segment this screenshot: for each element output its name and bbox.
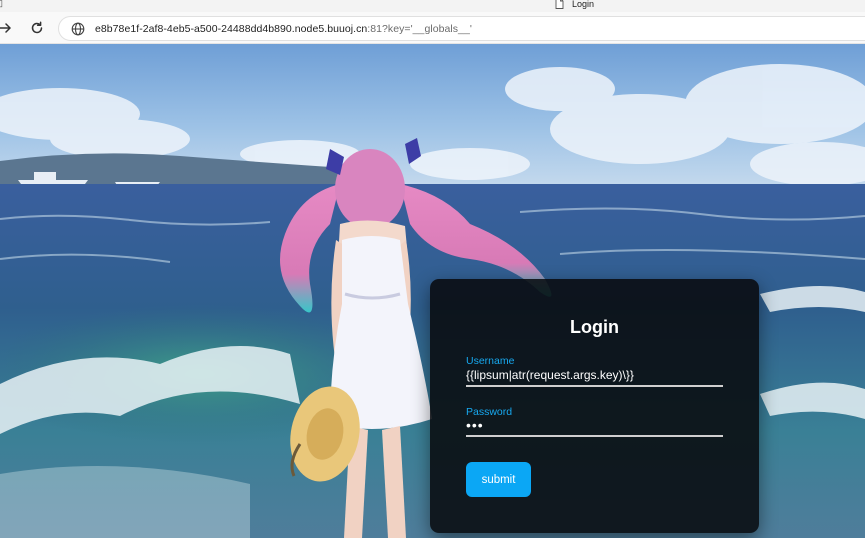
reload-icon xyxy=(30,21,44,35)
forward-arrow-icon xyxy=(0,21,12,35)
browser-toolbar: e8b78e1f-2af8-4eb5-a500-24488dd4b890.nod… xyxy=(0,12,865,44)
login-title: Login xyxy=(570,317,619,337)
password-input[interactable] xyxy=(466,415,723,437)
address-url: e8b78e1f-2af8-4eb5-a500-24488dd4b890.nod… xyxy=(95,23,472,35)
page-content: Login Username Password submit xyxy=(0,44,865,538)
forward-button[interactable] xyxy=(0,19,14,37)
tab-login[interactable]: Login xyxy=(555,0,594,9)
tab-strip-edge-icon: ▯ xyxy=(0,0,3,8)
address-bar[interactable]: e8b78e1f-2af8-4eb5-a500-24488dd4b890.nod… xyxy=(58,16,865,41)
tab-strip: ▯ Login xyxy=(0,0,865,12)
address-host: e8b78e1f-2af8-4eb5-a500-24488dd4b890.nod… xyxy=(95,22,368,35)
reload-button[interactable] xyxy=(28,19,46,37)
tab-title: Login xyxy=(572,0,595,9)
login-card: Login Username Password submit xyxy=(430,279,759,533)
page-icon xyxy=(555,0,564,9)
submit-button[interactable]: submit xyxy=(466,462,531,497)
globe-icon xyxy=(71,22,85,36)
address-port-query: :81?key='__globals__' xyxy=(367,22,472,35)
username-input[interactable] xyxy=(466,365,723,387)
